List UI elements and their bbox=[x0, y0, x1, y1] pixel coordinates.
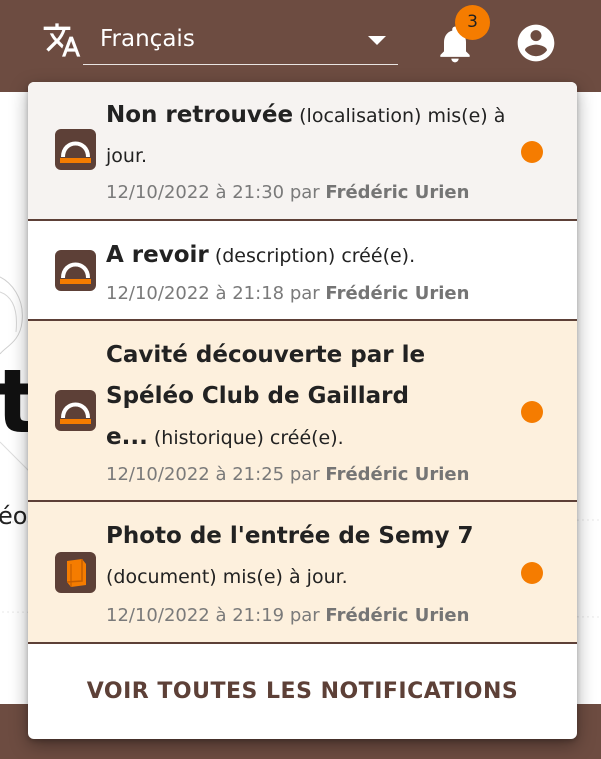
notification-title: A revoir bbox=[106, 242, 209, 268]
notification-item[interactable]: Non retrouvée (localisation) mis(e) à jo… bbox=[28, 82, 577, 221]
notification-type: (localisation) bbox=[299, 105, 422, 127]
unread-indicator bbox=[521, 141, 543, 163]
see-all-notifications-button[interactable]: VOIR TOUTES LES NOTIFICATIONS bbox=[28, 644, 577, 739]
notification-meta: 12/10/2022 à 21:30 par Frédéric Urien bbox=[106, 182, 469, 203]
notification-meta: 12/10/2022 à 21:25 par Frédéric Urien bbox=[106, 464, 469, 485]
notification-meta: 12/10/2022 à 21:19 par Frédéric Urien bbox=[106, 605, 469, 626]
notification-title: Photo de l'entrée de Semy 7 bbox=[106, 523, 474, 549]
translate-icon[interactable] bbox=[42, 20, 82, 60]
document-book-icon bbox=[55, 552, 96, 593]
notification-text: Cavité découverte par le Spéléo Club de … bbox=[106, 335, 436, 458]
notification-by: par bbox=[289, 182, 320, 203]
notification-item[interactable]: Cavité découverte par le Spéléo Club de … bbox=[28, 321, 577, 502]
language-select-value: Français bbox=[100, 26, 195, 52]
notification-date: 12/10/2022 à 21:19 bbox=[106, 605, 285, 626]
unread-indicator bbox=[521, 401, 543, 423]
notifications-dropdown: Non retrouvée (localisation) mis(e) à jo… bbox=[28, 82, 577, 739]
notification-action: mis(e) à jour. bbox=[222, 566, 348, 588]
notification-action: créé(e). bbox=[269, 427, 344, 449]
top-app-bar: Français 3 bbox=[0, 0, 601, 92]
notification-date: 12/10/2022 à 21:25 bbox=[106, 464, 285, 485]
notification-date: 12/10/2022 à 21:30 bbox=[106, 182, 285, 203]
cave-entrance-icon bbox=[55, 129, 96, 170]
notification-by: par bbox=[289, 464, 320, 485]
notification-type: (historique) bbox=[153, 427, 264, 449]
cave-entrance-icon bbox=[55, 250, 96, 291]
notification-meta: 12/10/2022 à 21:18 par Frédéric Urien bbox=[106, 283, 469, 304]
notification-item[interactable]: Photo de l'entrée de Semy 7 (document) m… bbox=[28, 502, 577, 644]
notification-author: Frédéric Urien bbox=[325, 283, 470, 304]
background-text-fragment: éo bbox=[0, 502, 28, 530]
notification-item[interactable]: A revoir (description) créé(e). 12/10/20… bbox=[28, 221, 577, 321]
notification-text: Non retrouvée (localisation) mis(e) à jo… bbox=[106, 95, 526, 176]
notification-type: (document) bbox=[106, 566, 217, 588]
notification-type: (description) bbox=[214, 245, 336, 267]
notification-author: Frédéric Urien bbox=[325, 605, 470, 626]
notification-by: par bbox=[289, 605, 320, 626]
language-select[interactable]: Français bbox=[83, 16, 398, 65]
notification-title: Non retrouvée bbox=[106, 102, 294, 128]
account-circle-icon[interactable] bbox=[514, 21, 558, 65]
notification-author: Frédéric Urien bbox=[325, 464, 470, 485]
notification-action: créé(e). bbox=[341, 245, 416, 267]
notification-text: Photo de l'entrée de Semy 7 (document) m… bbox=[106, 516, 476, 597]
cave-entrance-icon bbox=[55, 390, 96, 431]
notification-by: par bbox=[289, 283, 320, 304]
caret-down-icon bbox=[368, 36, 386, 45]
notification-text: A revoir (description) créé(e). bbox=[106, 235, 526, 276]
notification-count-badge: 3 bbox=[455, 5, 490, 40]
notification-date: 12/10/2022 à 21:18 bbox=[106, 283, 285, 304]
unread-indicator bbox=[521, 562, 543, 584]
notification-author: Frédéric Urien bbox=[325, 182, 470, 203]
